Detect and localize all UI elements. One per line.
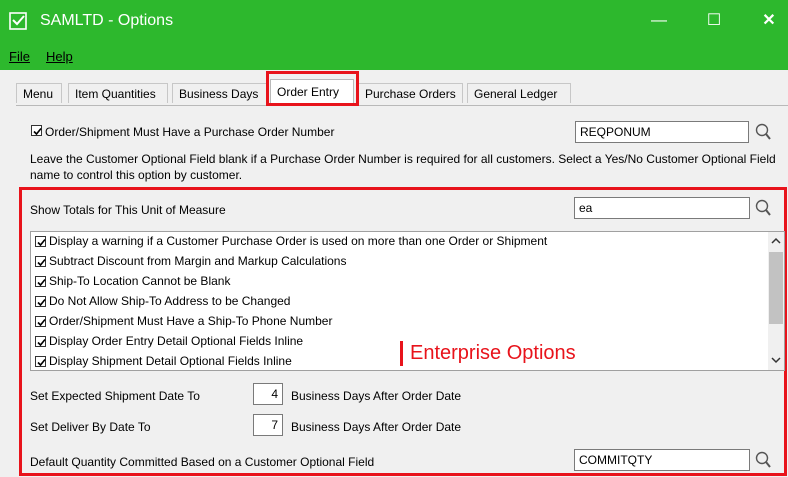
active-tab-highlight bbox=[266, 71, 359, 106]
po-required-label: Order/Shipment Must Have a Purchase Orde… bbox=[45, 125, 335, 139]
scroll-down-icon[interactable] bbox=[771, 356, 781, 364]
enterprise-options-annotation: Enterprise Options bbox=[410, 342, 576, 364]
tab-menu[interactable]: Menu bbox=[16, 83, 62, 103]
tab-general-ledger[interactable]: General Ledger bbox=[467, 83, 571, 103]
option-checkbox[interactable] bbox=[35, 316, 46, 327]
options-scrollbar[interactable] bbox=[768, 232, 784, 370]
option-checkbox[interactable] bbox=[35, 236, 46, 247]
totals-uom-input[interactable]: ea bbox=[574, 197, 750, 219]
committed-field-search-icon[interactable] bbox=[754, 450, 772, 470]
committed-qty-field-input[interactable]: COMMITQTY bbox=[574, 449, 750, 471]
expected-ship-days-input[interactable]: 4 bbox=[253, 383, 283, 405]
deliver-by-label: Set Deliver By Date To bbox=[30, 420, 151, 434]
menu-help[interactable]: Help bbox=[46, 49, 73, 64]
window-title: SAMLTD - Options bbox=[40, 12, 174, 29]
deliver-by-suffix: Business Days After Order Date bbox=[291, 420, 462, 434]
scroll-up-icon[interactable] bbox=[771, 237, 781, 245]
option-label: Display Order Entry Detail Optional Fiel… bbox=[49, 334, 304, 348]
annotation-bar bbox=[400, 341, 403, 366]
option-label: Ship-To Location Cannot be Blank bbox=[49, 274, 231, 288]
totals-uom-label: Show Totals for This Unit of Measure bbox=[30, 203, 226, 217]
menu-file[interactable]: File bbox=[9, 49, 30, 64]
option-label: Subtract Discount from Margin and Markup… bbox=[49, 254, 347, 268]
option-label: Do Not Allow Ship-To Address to be Chang… bbox=[49, 294, 291, 308]
option-label: Order/Shipment Must Have a Ship-To Phone… bbox=[49, 314, 333, 328]
option-checkbox[interactable] bbox=[35, 296, 46, 307]
tab-strip: Menu Item Quantities Business Days Order… bbox=[16, 79, 788, 106]
expected-ship-suffix: Business Days After Order Date bbox=[291, 389, 462, 403]
option-checkbox[interactable] bbox=[35, 336, 46, 347]
maximize-button[interactable]: ☐ bbox=[697, 6, 731, 36]
tab-purchase-orders[interactable]: Purchase Orders bbox=[358, 83, 463, 103]
po-optional-field-input[interactable]: REQPONUM bbox=[575, 121, 749, 143]
po-option-note: Leave the Customer Optional Field blank … bbox=[30, 152, 776, 182]
tab-item-quantities[interactable]: Item Quantities bbox=[68, 83, 168, 103]
scroll-thumb[interactable] bbox=[769, 252, 783, 324]
option-label: Display Shipment Detail Optional Fields … bbox=[49, 354, 292, 368]
menu-help-label: Help bbox=[46, 49, 73, 64]
tab-business-days[interactable]: Business Days bbox=[172, 83, 268, 103]
app-icon bbox=[9, 12, 27, 30]
options-window: SAMLTD - Options — ☐ ✕ File Help Menu It… bbox=[0, 0, 788, 477]
option-checkbox[interactable] bbox=[35, 356, 46, 367]
close-button[interactable]: ✕ bbox=[752, 6, 786, 36]
option-label: Display a warning if a Customer Purchase… bbox=[49, 234, 548, 248]
option-checkbox[interactable] bbox=[35, 256, 46, 267]
expected-ship-label: Set Expected Shipment Date To bbox=[30, 389, 200, 403]
menu-bar: File Help bbox=[0, 44, 788, 70]
uom-search-icon[interactable] bbox=[754, 198, 772, 218]
po-required-checkbox[interactable] bbox=[31, 125, 42, 136]
minimize-button[interactable]: — bbox=[642, 6, 676, 36]
menu-file-label: File bbox=[9, 49, 30, 64]
po-field-search-icon[interactable] bbox=[754, 122, 772, 142]
options-listbox[interactable]: Display a warning if a Customer Purchase… bbox=[30, 231, 785, 371]
deliver-by-days-input[interactable]: 7 bbox=[253, 414, 283, 436]
committed-qty-label: Default Quantity Committed Based on a Cu… bbox=[30, 455, 375, 469]
title-bar[interactable]: SAMLTD - Options — ☐ ✕ bbox=[0, 0, 788, 44]
option-checkbox[interactable] bbox=[35, 276, 46, 287]
